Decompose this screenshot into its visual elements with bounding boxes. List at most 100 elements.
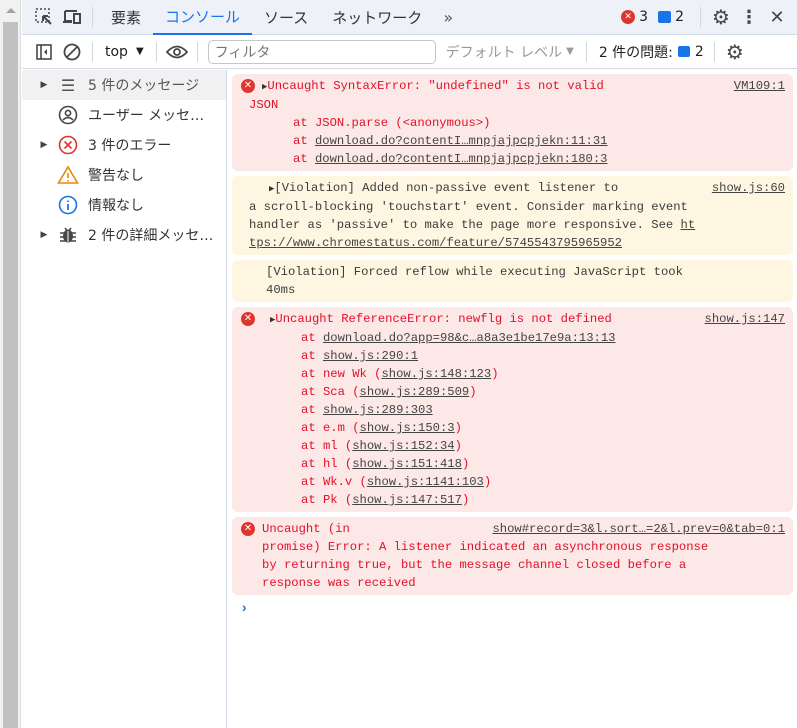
error-icon: ✕ [621,10,636,24]
source-link[interactable]: show.js:60 [712,179,785,197]
error-count-badge[interactable]: ✕ 3 [621,9,648,25]
console-violation-message[interactable]: show.js:60 ▶[Violation] Added non-passiv… [232,176,793,255]
stack-link[interactable]: show.js:1141:103 [367,475,484,489]
message-count: 2 [675,9,684,25]
clear-console-icon[interactable] [58,38,86,66]
stack-link[interactable]: download.do?contentI…mnpjajpcpjekn:11:31 [315,134,608,148]
scroll-up-arrow[interactable] [6,8,16,13]
stack-frame: at download.do?app=98&c…a8a3e1be17e9a:13… [301,331,616,345]
info-icon [54,195,82,215]
stack-link[interactable]: show.js:290:1 [323,349,418,363]
stack-link[interactable]: show.js:289:303 [323,403,433,417]
expand-caret-icon[interactable]: ▶ [34,140,54,150]
console-error-message[interactable]: ✕ VM109:1 ▶Uncaught SyntaxError: "undefi… [232,74,793,171]
error-icon [54,135,82,155]
stack-frame: at download.do?contentI…mnpjajpcpjekn:11… [293,134,608,148]
stack-frame: at Sca (show.js:289:509) [301,385,477,399]
device-toolbar-icon[interactable] [58,3,86,31]
error-text: Uncaught SyntaxError: "undefined" is not… [267,79,604,93]
stack-frame: at JSON.parse (<anonymous>) [293,116,491,130]
bug-icon [54,225,82,245]
tab-console[interactable]: コンソール [153,0,253,35]
error-icon: ✕ [241,79,255,93]
stack-link[interactable]: show.js:148:123 [381,367,491,381]
tab-network[interactable]: ネットワーク [320,0,434,35]
stack-frame: at Wk.v (show.js:1141:103) [301,475,492,489]
devtools-tabbar: 要素 コンソール ソース ネットワーク » ✕ 3 2 ⚙ ⋮ ✕ [22,0,797,35]
sidebar-item-label: ユーザー メッセ… [88,108,205,124]
scroll-thumb[interactable] [3,22,18,728]
violation-text: [Violation] Added non-passive event list… [274,181,619,195]
stack-fn: e.m ( [322,421,360,435]
stack-link[interactable]: show.js:147:517 [352,493,462,507]
filter-input[interactable] [207,39,436,64]
divider [155,41,157,62]
console-sidebar: ▶ ☰ 5 件のメッセージ ユーザー メッセ… ▶ 3 件のエラー 警告なし 情報なし… [22,70,227,728]
stack-link[interactable]: download.do?contentI…mnpjajpcpjekn:180:3 [315,152,608,166]
console-toolbar: top ▼ デフォルト レベル▼ 2 件の問題: 2 ⚙ [22,35,797,69]
divider [92,7,93,27]
stack-fn: Pk ( [322,493,353,507]
tab-elements[interactable]: 要素 [99,0,153,35]
issues-button[interactable]: 2 件の問題: 2 [599,42,704,62]
issues-label: 2 件の問題: [598,44,673,61]
error-text: by returning true, but the message chann… [262,558,687,572]
error-text: JSON [249,98,279,112]
stack-link[interactable]: show.js:150:3 [360,421,455,435]
close-icon[interactable]: ✕ [763,3,791,31]
url-link[interactable]: tps://www.chromestatus.com/feature/57455… [249,236,622,250]
sidebar-item-warnings[interactable]: 警告なし [22,160,226,190]
error-text: Uncaught ReferenceError: newflg is not d… [275,312,612,326]
error-icon: ✕ [241,522,255,536]
context-value: top [105,43,128,60]
live-expression-eye-icon[interactable] [163,38,191,66]
console-prompt[interactable]: › [240,600,797,618]
stack-link[interactable]: show.js:151:418 [352,457,462,471]
sidebar-item-label: 警告なし [88,168,144,184]
page-scrollbar[interactable] [0,0,21,728]
message-count-badge[interactable]: 2 [658,9,684,25]
error-text: response was received [262,576,416,590]
inspect-element-icon[interactable] [30,3,58,31]
console-violation-message[interactable]: [Violation] Forced reflow while executin… [232,260,793,302]
sidebar-toggle-icon[interactable] [30,38,58,66]
stack-link[interactable]: download.do?app=98&c…a8a3e1be17e9a:13:13 [323,331,616,345]
error-count: 3 [639,9,649,25]
stack-close: ) [461,493,470,507]
more-menu-icon[interactable]: ⋮ [735,3,763,31]
stack-frame: at show.js:289:303 [301,403,433,417]
dropdown-arrow-icon: ▼ [135,46,144,57]
tab-sources[interactable]: ソース [252,0,320,35]
stack-frame: at new Wk (show.js:148:123) [301,367,499,381]
source-link[interactable]: VM109:1 [734,77,785,95]
url-link[interactable]: ht [681,218,696,232]
sidebar-item-messages[interactable]: ▶ ☰ 5 件のメッセージ [22,70,226,100]
more-tabs-chevron-icon[interactable]: » [434,3,462,31]
stack-close: ) [469,385,477,399]
console-error-message[interactable]: ✕ show.js:147 ▶Uncaught ReferenceError: … [232,307,793,512]
expand-caret-icon[interactable]: ▶ [34,80,54,90]
sidebar-item-errors[interactable]: ▶ 3 件のエラー [22,130,226,160]
sidebar-item-label: 2 件の詳細メッセ… [88,228,214,244]
stack-fn: Sca ( [322,385,360,399]
stack-fn: new Wk ( [322,367,382,381]
violation-text: [Violation] Forced reflow while executin… [266,265,683,279]
stack-link[interactable]: show.js:289:509 [360,385,470,399]
log-level-dropdown[interactable]: デフォルト レベル ▼ [446,42,574,62]
source-link[interactable]: show.js:147 [705,310,785,328]
sidebar-item-label: 情報なし [88,198,144,214]
divider [585,41,587,62]
settings-gear-icon[interactable]: ⚙ [707,3,735,31]
stack-link[interactable]: show.js:152:34 [352,439,454,453]
error-icon: ✕ [241,312,255,326]
sidebar-item-info[interactable]: 情報なし [22,190,226,220]
source-link[interactable]: show#record=3&l.sort…=2&l.prev=0&tab=0:1 [492,520,785,538]
issues-count: 2 [694,43,704,60]
sidebar-item-user-messages[interactable]: ユーザー メッセ… [22,100,226,130]
sidebar-item-verbose[interactable]: ▶ 2 件の詳細メッセ… [22,220,226,250]
expand-caret-icon[interactable]: ▶ [34,230,54,240]
stack-fn: Wk.v ( [322,475,367,489]
context-selector[interactable]: top ▼ [99,44,150,60]
console-settings-gear-icon[interactable]: ⚙ [721,38,749,66]
console-error-message[interactable]: ✕ show#record=3&l.sort…=2&l.prev=0&tab=0… [232,517,793,595]
